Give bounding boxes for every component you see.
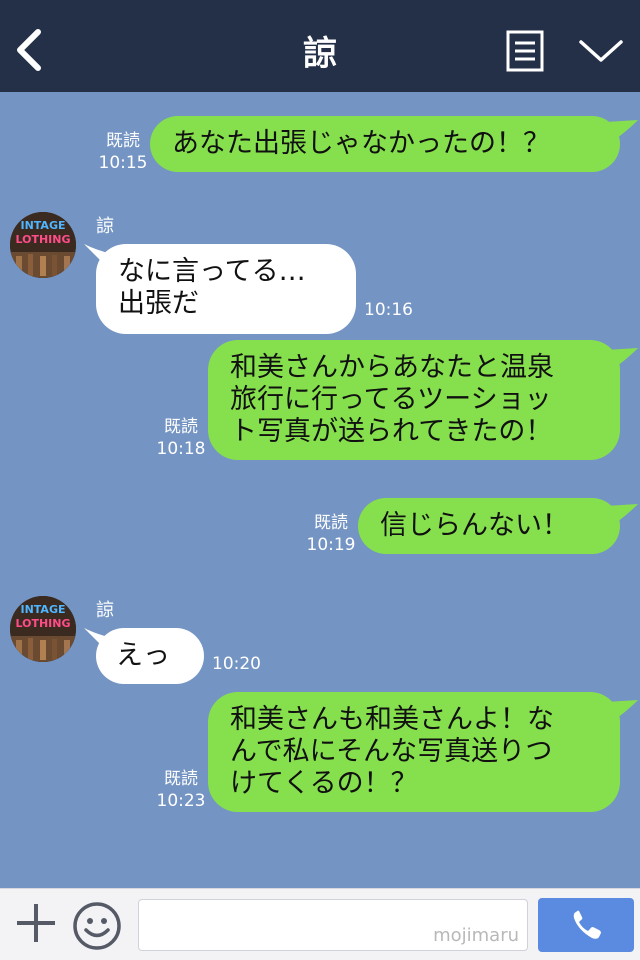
message-time: 10:18: [156, 439, 206, 459]
message-meta: 既読 10:18: [156, 416, 206, 460]
chevron-down-icon[interactable]: [578, 36, 624, 66]
message-input[interactable]: mojimaru: [138, 899, 528, 951]
chat-header: 諒: [0, 0, 640, 92]
bubble-tail: [606, 120, 638, 140]
emoji-icon[interactable]: [72, 901, 122, 951]
read-receipt: 既読: [106, 131, 140, 151]
phone-icon: [573, 910, 601, 939]
outgoing-message-bubble[interactable]: 和美さんからあなたと温泉 旅行に行ってるツーショッ ト写真が送られてきたの！: [208, 340, 620, 460]
bubble-tail: [606, 700, 638, 720]
bubble-tail: [606, 504, 638, 524]
list-icon[interactable]: [506, 30, 544, 72]
avatar[interactable]: INTAGE LOTHING: [10, 212, 76, 278]
message-meta: 既読 10:19: [306, 512, 356, 556]
message-time: 10:23: [156, 791, 206, 811]
watermark-text: mojimaru: [433, 925, 519, 946]
avatar-image: INTAGE LOTHING: [10, 596, 76, 662]
input-bar: mojimaru: [0, 888, 640, 960]
read-receipt: 既読: [164, 417, 198, 437]
read-receipt: 既読: [314, 513, 348, 533]
read-receipt: 既読: [164, 769, 198, 789]
avatar-sign-line: LOTHING: [15, 233, 70, 246]
outgoing-message-bubble[interactable]: 和美さんも和美さんよ！な んで私にそんな写真送りつ けてくるの！？: [208, 692, 620, 812]
message-list[interactable]: 既読 10:15 あなた出張じゃなかったの！？ INTAGE LOTHING 諒…: [0, 92, 640, 888]
outgoing-message-bubble[interactable]: 信じらんない！: [358, 498, 620, 554]
call-button[interactable]: [538, 898, 634, 952]
message-time: 10:16: [364, 300, 413, 320]
avatar-sign-line: INTAGE: [20, 603, 65, 616]
message-time: 10:20: [212, 654, 261, 674]
bubble-tail: [606, 348, 638, 368]
outgoing-message-bubble[interactable]: あなた出張じゃなかったの！？: [150, 116, 620, 172]
avatar-sign-line: INTAGE: [20, 219, 65, 232]
incoming-message-bubble[interactable]: なに言ってる… 出張だ: [96, 244, 356, 334]
chat-title: 諒: [303, 34, 337, 74]
message-meta: 既読 10:23: [156, 768, 206, 812]
message-time: 10:15: [98, 153, 148, 173]
sender-name: 諒: [96, 600, 114, 621]
message-time: 10:19: [306, 535, 356, 555]
avatar-image: INTAGE LOTHING: [10, 212, 76, 278]
avatar[interactable]: INTAGE LOTHING: [10, 596, 76, 662]
plus-icon[interactable]: [14, 901, 58, 945]
sender-name: 諒: [96, 216, 114, 237]
incoming-message-bubble[interactable]: えっ: [96, 628, 204, 684]
avatar-sign-line: LOTHING: [15, 617, 70, 630]
message-meta: 既読 10:15: [98, 130, 148, 174]
